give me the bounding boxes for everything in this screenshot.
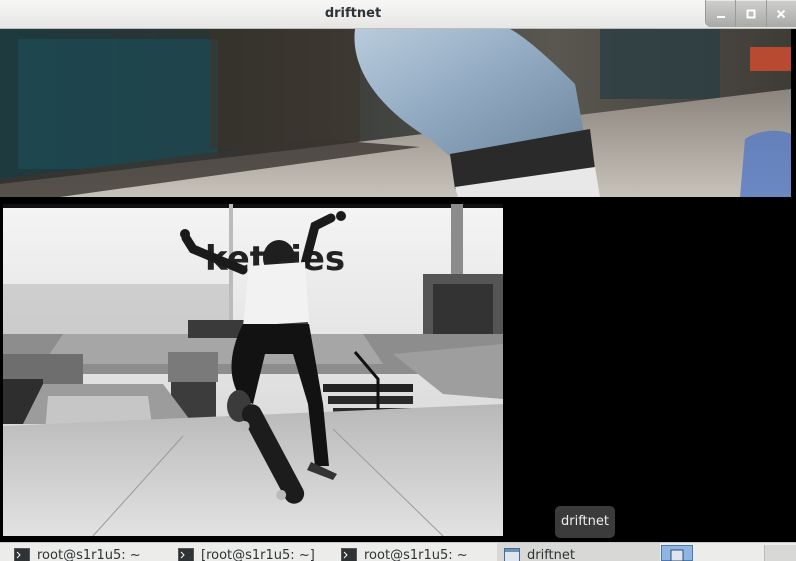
- terminal-icon: [178, 548, 194, 561]
- minimize-button[interactable]: [706, 0, 736, 27]
- workspace-switcher-active[interactable]: [661, 545, 693, 561]
- terminal-icon: [14, 548, 30, 561]
- window-controls: [705, 0, 796, 27]
- minimize-icon: [716, 9, 726, 19]
- taskbar-item-terminal-3[interactable]: root@s1r1u5: ~: [341, 543, 496, 561]
- close-icon: [776, 9, 786, 19]
- workspace-switcher-2[interactable]: [764, 545, 796, 561]
- title-bar[interactable]: driftnet: [0, 0, 796, 29]
- workspace-window-icon: [662, 547, 692, 561]
- terminal-icon: [341, 548, 357, 561]
- window-title: driftnet: [0, 6, 706, 21]
- taskbar: root@s1r1u5: ~ [root@s1r1u5: ~] root@s1r…: [0, 542, 796, 561]
- captured-image-skater[interactable]: ketnies: [3, 204, 503, 536]
- taskbar-item-driftnet[interactable]: driftnet: [497, 543, 660, 561]
- taskbar-item-terminal-1[interactable]: root@s1r1u5: ~: [14, 543, 176, 561]
- taskbar-item-label: driftnet: [527, 543, 575, 561]
- close-button[interactable]: [767, 0, 796, 27]
- captured-image-jeans[interactable]: [0, 29, 791, 197]
- driftnet-canvas: ketnies: [0, 29, 796, 538]
- jeans-photo: [0, 29, 791, 197]
- window-icon: [504, 548, 520, 561]
- taskbar-item-label: [root@s1r1u5: ~]: [201, 543, 315, 561]
- taskbar-item-label: root@s1r1u5: ~: [364, 543, 468, 561]
- maximize-button[interactable]: [736, 0, 766, 27]
- taskbar-item-terminal-2[interactable]: [root@s1r1u5: ~]: [178, 543, 340, 561]
- maximize-icon: [746, 9, 756, 19]
- skater-photo: ketnies: [3, 204, 503, 536]
- taskbar-item-label: root@s1r1u5: ~: [37, 543, 141, 561]
- taskbar-tooltip: driftnet: [555, 506, 615, 538]
